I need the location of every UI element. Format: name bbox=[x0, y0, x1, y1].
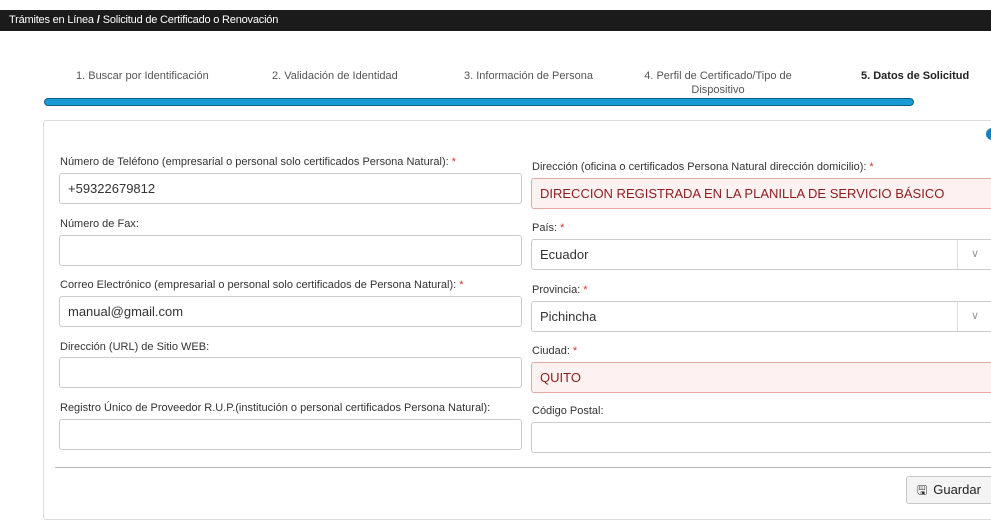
step-3: 3. Información de Persona bbox=[464, 70, 594, 82]
floppy-disk-icon: 🖫 bbox=[917, 483, 928, 497]
chevron-down-icon[interactable]: ∨ bbox=[957, 240, 991, 269]
step-5: 5. Datos de Solicitud bbox=[861, 70, 970, 82]
postal-input[interactable] bbox=[531, 422, 991, 453]
email-input[interactable]: manual@gmail.com bbox=[59, 296, 522, 327]
phone-input[interactable]: +59322679812 bbox=[59, 173, 522, 204]
breadcrumb: Trámites en Línea / Solicitud de Certifica… bbox=[9, 10, 278, 31]
address-label: Dirección (oficina o certificados Person… bbox=[532, 161, 874, 173]
website-input[interactable] bbox=[59, 357, 522, 388]
required-marker: * bbox=[451, 156, 456, 168]
fax-input[interactable] bbox=[59, 235, 522, 266]
city-input[interactable]: QUITO bbox=[531, 362, 991, 393]
breadcrumb-separator: / bbox=[96, 14, 100, 26]
step-4: 4. Perfil de Certificado/Tipo de Disposi… bbox=[644, 70, 792, 96]
rup-input[interactable] bbox=[59, 419, 522, 450]
required-marker: * bbox=[869, 161, 874, 173]
required-marker: * bbox=[572, 345, 578, 357]
divider bbox=[55, 467, 991, 468]
province-label: Provincia: * bbox=[532, 284, 588, 296]
province-select-value: Pichincha bbox=[540, 309, 597, 324]
breadcrumb-item-current: Solicitud de Certificado o Renovación bbox=[102, 14, 279, 26]
province-select[interactable]: Pichincha ∨ bbox=[531, 301, 991, 332]
required-marker: * bbox=[583, 284, 588, 296]
city-label: Ciudad: * bbox=[532, 345, 578, 357]
save-button[interactable]: 🖫 Guardar bbox=[906, 476, 991, 504]
step-1: 1. Buscar por Identificación bbox=[76, 70, 209, 82]
postal-label: Código Postal: bbox=[532, 405, 604, 417]
fax-label: Número de Fax: bbox=[60, 218, 139, 230]
email-label: Correo Electrónico (empresarial o person… bbox=[60, 279, 464, 291]
website-label: Dirección (URL) de Sitio WEB: bbox=[60, 341, 210, 353]
address-input[interactable]: DIRECCION REGISTRADA EN LA PLANILLA DE S… bbox=[531, 178, 991, 209]
required-marker: * bbox=[459, 279, 464, 291]
country-select[interactable]: Ecuador ∨ bbox=[531, 239, 991, 270]
step-2: 2. Validación de Identidad bbox=[272, 70, 398, 82]
chevron-down-icon[interactable]: ∨ bbox=[957, 302, 991, 331]
country-select-value: Ecuador bbox=[540, 247, 589, 262]
phone-label: Número de Teléfono (empresarial o person… bbox=[60, 156, 456, 168]
rup-label: Registro Único de Proveedor R.U.P.(insti… bbox=[60, 402, 491, 414]
wizard-progress-bar bbox=[44, 98, 914, 106]
required-marker: * bbox=[560, 222, 565, 234]
breadcrumb-bar: Trámites en Línea / Solicitud de Certifica… bbox=[0, 10, 991, 31]
breadcrumb-item-tramites[interactable]: Trámites en Línea bbox=[9, 14, 94, 26]
country-label: País: * bbox=[532, 222, 565, 234]
save-button-label: Guardar bbox=[933, 482, 981, 497]
info-icon[interactable] bbox=[986, 128, 991, 140]
